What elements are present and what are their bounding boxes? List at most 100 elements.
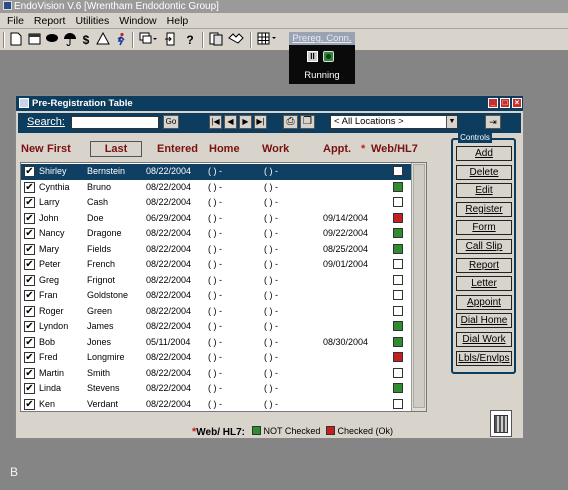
- new-doc-icon[interactable]: [9, 32, 23, 48]
- web-hl7-status[interactable]: [393, 367, 403, 378]
- table-row[interactable]: ✔ Lyndon James 08/22/2004 ( ) - ( ) -: [21, 319, 411, 335]
- exit-icon[interactable]: ⇥: [485, 115, 501, 129]
- table-row[interactable]: ✔ John Doe 06/29/2004 ( ) - ( ) - 09/14/2004: [21, 211, 411, 227]
- column-entered[interactable]: Entered: [157, 143, 198, 155]
- column-home[interactable]: Home: [209, 143, 240, 155]
- menu-window[interactable]: Window: [114, 15, 161, 27]
- add-button[interactable]: Add: [456, 146, 512, 161]
- web-hl7-status[interactable]: [393, 274, 403, 285]
- column-web-hl7[interactable]: Web/HL7: [371, 143, 424, 155]
- go-button[interactable]: Go: [163, 115, 179, 129]
- web-hl7-status[interactable]: [393, 290, 403, 300]
- record-icon[interactable]: [323, 51, 334, 62]
- new-checkbox[interactable]: ✔: [24, 383, 35, 394]
- menu-report[interactable]: Report: [29, 15, 71, 27]
- table-row[interactable]: ✔ Ken Verdant 08/22/2004 ( ) - ( ) -: [21, 397, 411, 413]
- grid-icon[interactable]: [256, 32, 278, 48]
- last-record-icon[interactable]: ▶|: [254, 115, 267, 129]
- search-input[interactable]: [71, 116, 159, 129]
- window-icon[interactable]: [138, 32, 158, 48]
- first-record-icon[interactable]: |◀: [209, 115, 222, 129]
- web-hl7-status[interactable]: [393, 212, 403, 223]
- table-row[interactable]: ✔ Greg Frignot 08/22/2004 ( ) - ( ) -: [21, 273, 411, 289]
- table-row[interactable]: ✔ Roger Green 08/22/2004 ( ) - ( ) -: [21, 304, 411, 320]
- table-row[interactable]: ✔ Peter French 08/22/2004 ( ) - ( ) - 09/01/20…: [21, 257, 411, 273]
- web-hl7-status[interactable]: [393, 228, 403, 238]
- column-work[interactable]: Work: [262, 143, 289, 155]
- web-hl7-status[interactable]: [393, 321, 403, 331]
- table-row[interactable]: ✔ Nancy Dragone 08/22/2004 ( ) - ( ) - 09/22/2…: [21, 226, 411, 242]
- new-checkbox[interactable]: ✔: [24, 166, 35, 177]
- new-checkbox[interactable]: ✔: [24, 367, 35, 379]
- prev-record-icon[interactable]: ◀: [224, 115, 237, 129]
- menu-file[interactable]: File: [2, 15, 29, 27]
- web-hl7-status[interactable]: [393, 259, 403, 269]
- web-hl7-status[interactable]: [393, 197, 403, 207]
- web-hl7-status[interactable]: [393, 336, 403, 347]
- table-row[interactable]: ✔ Shirley Bernstein 08/22/2004 ( ) - ( ) -: [21, 164, 411, 180]
- web-hl7-status[interactable]: [393, 305, 403, 316]
- exit-door-icon[interactable]: [164, 32, 178, 48]
- vertical-scrollbar[interactable]: [411, 163, 426, 411]
- menu-help[interactable]: Help: [162, 15, 194, 27]
- call-slip-button[interactable]: Call Slip: [456, 239, 512, 254]
- web-hl7-status[interactable]: [393, 181, 403, 192]
- web-hl7-status[interactable]: [393, 383, 403, 393]
- dial-work-button[interactable]: Dial Work: [456, 332, 512, 347]
- menu-utilities[interactable]: Utilities: [70, 15, 114, 27]
- table-row[interactable]: ✔ Martin Smith 08/22/2004 ( ) - ( ) -: [21, 366, 411, 382]
- new-checkbox[interactable]: ✔: [24, 290, 35, 301]
- handshake-icon[interactable]: [228, 32, 244, 48]
- web-hl7-status[interactable]: [393, 166, 403, 176]
- table-row[interactable]: ✔ Cynthia Bruno 08/22/2004 ( ) - ( ) -: [21, 180, 411, 196]
- dollar-icon[interactable]: $: [80, 32, 92, 48]
- report-button[interactable]: Report: [456, 257, 512, 273]
- column-appt[interactable]: Appt.: [323, 143, 351, 155]
- web-hl7-status[interactable]: [393, 398, 403, 409]
- new-checkbox[interactable]: ✔: [24, 321, 35, 332]
- table-row[interactable]: ✔ Mary Fields 08/22/2004 ( ) - ( ) - 08/25/200…: [21, 242, 411, 258]
- column-first[interactable]: First: [47, 143, 71, 155]
- table-row[interactable]: ✔ Linda Stevens 08/22/2004 ( ) - ( ) -: [21, 381, 411, 397]
- column-last[interactable]: Last: [90, 141, 142, 157]
- appoint-button[interactable]: Appoint: [456, 294, 512, 310]
- pause-button[interactable]: II: [307, 51, 318, 62]
- new-checkbox[interactable]: ✔: [24, 212, 35, 224]
- new-checkbox[interactable]: ✔: [24, 259, 35, 270]
- web-hl7-status[interactable]: [393, 243, 403, 254]
- lbls-envlps-button[interactable]: Lbls/Envlps: [456, 350, 512, 366]
- column-new[interactable]: New: [21, 143, 44, 155]
- close-icon[interactable]: ×: [512, 98, 522, 108]
- location-select[interactable]: < All Locations > ▼: [330, 115, 458, 129]
- new-checkbox[interactable]: ✔: [24, 181, 35, 193]
- new-checkbox[interactable]: ✔: [24, 352, 35, 363]
- prereg-conn-label[interactable]: Prereg. Conn.: [289, 32, 355, 45]
- minimize-icon[interactable]: _: [488, 98, 498, 108]
- table-row[interactable]: ✔ Fred Longmire 08/22/2004 ( ) - ( ) -: [21, 350, 411, 366]
- trash-icon[interactable]: [490, 410, 512, 437]
- notes-icon[interactable]: [208, 32, 224, 48]
- letter-button[interactable]: Letter: [456, 276, 512, 292]
- table-row[interactable]: ✔ Bob Jones 05/11/2004 ( ) - ( ) - 08/30/2004: [21, 335, 411, 351]
- maximize-icon[interactable]: □: [500, 98, 510, 108]
- piggy-bank-icon[interactable]: [45, 32, 59, 48]
- calendar-icon[interactable]: [27, 32, 41, 48]
- new-checkbox[interactable]: ✔: [24, 243, 35, 255]
- chevron-down-icon[interactable]: ▼: [446, 116, 457, 128]
- web-hl7-status[interactable]: [393, 352, 403, 362]
- form-button[interactable]: Form: [456, 220, 512, 236]
- table-row[interactable]: ✔ Larry Cash 08/22/2004 ( ) - ( ) -: [21, 195, 411, 211]
- next-record-icon[interactable]: ▶: [239, 115, 252, 129]
- print-icon[interactable]: ⎙: [283, 115, 298, 129]
- new-checkbox[interactable]: ✔: [24, 305, 35, 317]
- umbrella-icon[interactable]: [63, 32, 77, 48]
- register-button[interactable]: Register: [456, 201, 512, 217]
- new-checkbox[interactable]: ✔: [24, 398, 35, 410]
- new-checkbox[interactable]: ✔: [24, 274, 35, 286]
- dial-home-button[interactable]: Dial Home: [456, 313, 512, 329]
- delete-button[interactable]: Delete: [456, 164, 512, 180]
- copy-icon[interactable]: ❐: [300, 115, 315, 129]
- warning-icon[interactable]: [96, 31, 110, 48]
- new-checkbox[interactable]: ✔: [24, 197, 35, 208]
- new-checkbox[interactable]: ✔: [24, 336, 35, 348]
